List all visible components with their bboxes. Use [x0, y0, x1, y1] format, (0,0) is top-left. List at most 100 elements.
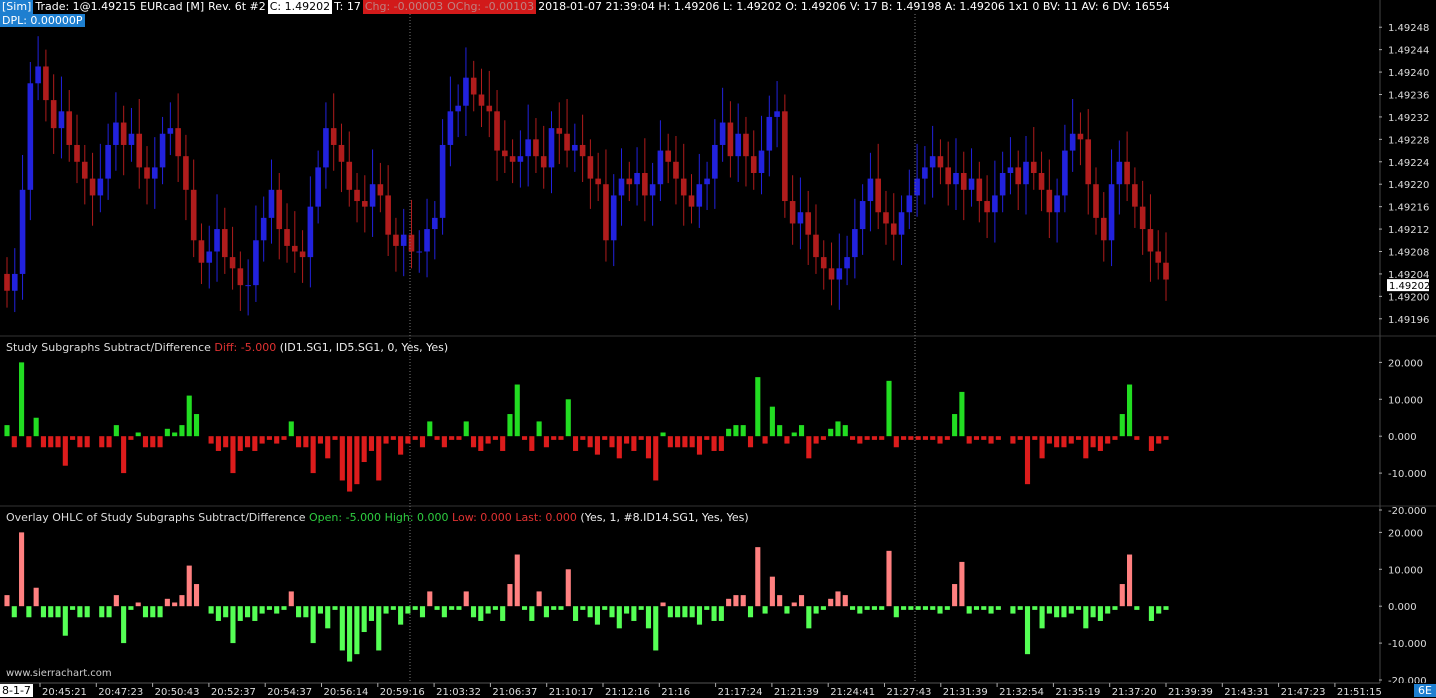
study-bar	[266, 606, 272, 610]
study-bar	[456, 606, 462, 610]
candle-body	[299, 251, 306, 258]
study1-params: (ID1.SG1, ID5.SG1, 0, Yes, Yes)	[279, 341, 449, 354]
price-tick-label: 1.49196	[1388, 315, 1429, 326]
study-bar	[806, 606, 812, 629]
study-bar	[1090, 606, 1096, 618]
study-bar	[1010, 436, 1016, 444]
candle-body	[74, 144, 80, 162]
study-bar	[988, 436, 994, 444]
rev-label: Rev. 6t #2	[208, 0, 266, 13]
study-bar	[419, 606, 426, 618]
candle-body	[323, 128, 329, 168]
candle-body	[330, 128, 337, 145]
study-bar	[653, 606, 659, 651]
study-bar	[1075, 606, 1082, 610]
candle-body	[1139, 206, 1146, 230]
candle-body	[789, 201, 796, 224]
study-bar	[798, 595, 805, 607]
study-bar	[33, 417, 39, 437]
date-badge[interactable]: 8-1-7	[0, 684, 33, 697]
study-bar	[901, 436, 907, 440]
study-bar	[791, 602, 797, 607]
study-bar	[514, 384, 520, 437]
study-bar	[11, 606, 17, 618]
study-bar	[208, 436, 214, 444]
study-bar	[565, 569, 571, 607]
candle-body	[712, 144, 718, 179]
study1-value: Diff: -5.000	[214, 341, 277, 354]
time-tick-label: 21:35:19	[1055, 687, 1100, 698]
candle-body	[113, 122, 119, 145]
study-bar	[711, 606, 717, 621]
candle-body	[1015, 167, 1022, 185]
candle-body	[105, 144, 111, 179]
study-bar	[529, 436, 535, 451]
study-bar	[142, 436, 149, 448]
candle-body	[58, 111, 65, 129]
study-bar	[973, 606, 980, 610]
candle-body	[999, 173, 1006, 196]
candle-body	[587, 156, 594, 179]
study-bar	[215, 606, 221, 621]
study-bar	[820, 606, 826, 610]
time-tick-label: 21:24:41	[830, 687, 875, 698]
study-bar	[952, 414, 958, 437]
study-bar	[230, 436, 236, 474]
candle-body	[657, 150, 664, 185]
study-bar	[689, 436, 695, 448]
candle-body	[470, 77, 477, 95]
time-tick-label: 20:56:14	[324, 687, 369, 698]
study-bar	[237, 606, 243, 621]
study-bar	[19, 362, 25, 437]
study-bar	[521, 606, 528, 610]
price-tick-label: 1.49220	[1388, 180, 1429, 191]
candle-body	[4, 273, 10, 291]
candle-body	[618, 178, 625, 196]
study-bar	[1163, 606, 1169, 610]
study-bar	[1105, 436, 1111, 444]
symbol-code-badge[interactable]: 6E	[1414, 684, 1436, 697]
candle-body	[1023, 161, 1029, 185]
study-bar	[602, 606, 608, 610]
study-bar	[842, 595, 848, 607]
sim-badge[interactable]: [Sim]	[0, 0, 34, 14]
study-bar	[1119, 414, 1125, 437]
study-bar	[303, 436, 309, 448]
open-change-value: OChg: -0.00103	[445, 0, 537, 14]
study-bar	[193, 414, 200, 437]
candle-body	[525, 139, 531, 157]
study-bar	[296, 606, 302, 618]
study-bar	[813, 606, 819, 614]
study-bar	[835, 421, 841, 437]
study-bar	[638, 606, 644, 610]
study-bar	[675, 606, 681, 618]
study-bar	[1061, 606, 1067, 618]
study1-tick-label: 0.000	[1388, 432, 1417, 443]
symbol-label[interactable]: EURcad [M]	[138, 0, 206, 14]
study-bar	[463, 421, 469, 437]
chart-header: [Sim] Trade: 1@1.49215 EURcad [M] Rev. 6…	[0, 0, 1172, 14]
candle-body	[1062, 150, 1068, 196]
study-bar	[215, 436, 221, 451]
study-bar	[266, 436, 272, 440]
study-bar	[274, 606, 280, 614]
study-bar	[368, 606, 375, 621]
candle-body	[159, 133, 166, 168]
candle-body	[673, 161, 679, 179]
study1-name: Study Subgraphs Subtract/Difference	[6, 341, 211, 354]
candle-body	[922, 167, 928, 179]
candle-body	[19, 189, 26, 274]
study-bar	[281, 436, 287, 440]
dpl-badge[interactable]: DPL: 0.00000P	[0, 14, 85, 27]
study-bar	[857, 606, 863, 614]
study-bar	[1068, 436, 1074, 444]
study-bar	[777, 595, 783, 607]
study-bar	[48, 606, 54, 618]
candle-body	[1124, 161, 1130, 185]
study-bar	[456, 436, 462, 440]
study-bar	[1163, 436, 1169, 440]
study-bar	[470, 606, 477, 618]
candle-body	[260, 217, 267, 241]
candle-body	[268, 189, 275, 218]
change-value: Chg: -0.00003	[362, 0, 446, 14]
